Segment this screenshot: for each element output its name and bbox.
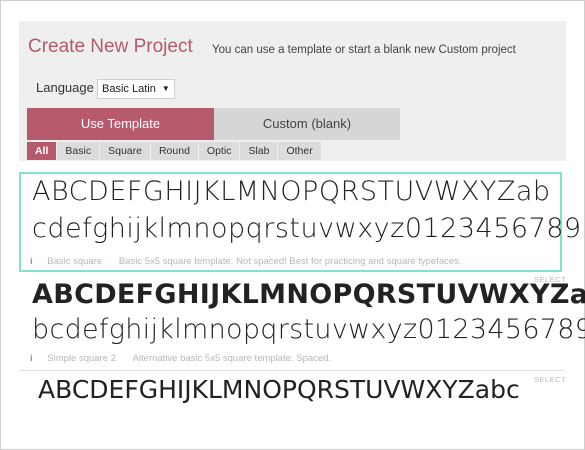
language-label: Language (36, 80, 94, 95)
template-3-glyphs-line1[interactable]: ABCDEFGHIJKLMNOPQRSTUVWXYZabc (38, 375, 520, 404)
page-subtitle: You can use a template or start a blank … (212, 44, 516, 56)
filter-bar: All Basic Square Round Optic Slab Other (27, 142, 322, 160)
template-1-name: Basic square (47, 256, 103, 267)
info-icon[interactable]: i (30, 353, 33, 364)
template-1-info: i Basic square Basic 5x5 square template… (30, 256, 462, 267)
language-select[interactable]: Basic Latin ▼ (97, 79, 175, 99)
filter-basic[interactable]: Basic (57, 142, 100, 160)
language-selected-value: Basic Latin (102, 83, 156, 95)
template-1-glyphs-line2: cdefghijklmnopqrstuvwxyz0123456789 (32, 213, 582, 244)
template-3-select-label[interactable]: SELECT (534, 375, 566, 384)
template-1-glyphs-line1: ABCDEFGHIJKLMNOPQRSTUVWXYZab (32, 176, 551, 207)
filter-square[interactable]: Square (100, 142, 150, 160)
info-icon[interactable]: i (30, 256, 33, 267)
filter-other[interactable]: Other (278, 142, 321, 160)
template-divider (19, 370, 564, 371)
template-2-info: i Simple square 2 Alternative basic 5x5 … (30, 353, 331, 364)
dropdown-arrow-icon: ▼ (161, 84, 170, 93)
filter-all[interactable]: All (27, 142, 57, 160)
template-2-description: Alternative basic 5x5 square template. S… (132, 353, 332, 364)
template-2-glyphs-line2[interactable]: bcdefghijklmnopqrstuvwxyz0123456789 (32, 314, 585, 345)
tab-custom-blank[interactable]: Custom (blank) (214, 108, 400, 140)
filter-optic[interactable]: Optic (198, 142, 240, 160)
filter-round[interactable]: Round (150, 142, 198, 160)
page-title: Create New Project (28, 36, 193, 57)
template-2-name: Simple square 2 (47, 353, 116, 364)
tab-use-template[interactable]: Use Template (27, 108, 214, 140)
filter-slab[interactable]: Slab (240, 142, 278, 160)
template-1-description: Basic 5x5 square template. Not spaced! B… (118, 256, 462, 267)
template-2-glyphs-line1[interactable]: ABCDEFGHIJKLMNOPQRSTUVWXYZa (32, 279, 585, 310)
